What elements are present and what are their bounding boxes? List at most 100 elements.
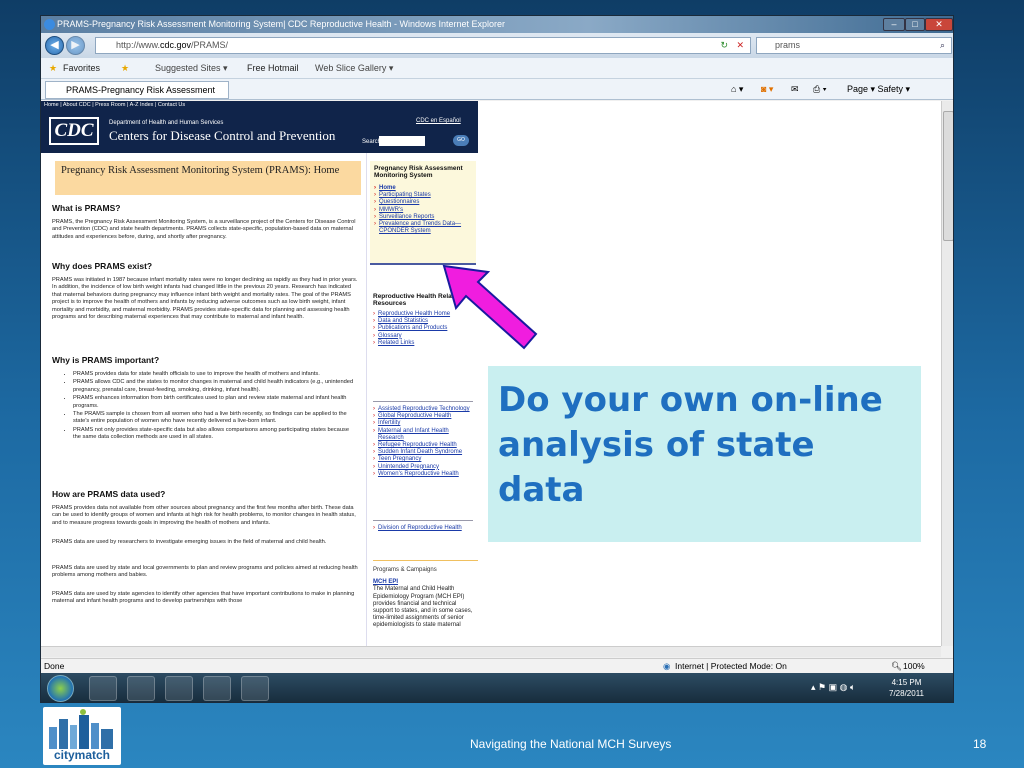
- prams-nav-box: Pregnancy Risk Assessment Monitoring Sys…: [370, 161, 476, 265]
- favorites-button[interactable]: Favorites: [63, 58, 100, 79]
- sidebar-item-questionnaires[interactable]: Questionnaires: [374, 199, 472, 206]
- sidebar-item-mmwrs[interactable]: MMWR's: [374, 207, 472, 214]
- status-text: Done: [44, 661, 65, 671]
- print-icon[interactable]: ⎙ ▾: [813, 79, 826, 100]
- callout-line-1: Do your own on-line: [498, 380, 883, 420]
- tab-prams[interactable]: PRAMS-Pregnancy Risk Assessment M...: [45, 81, 229, 111]
- topic-link[interactable]: Sudden Infant Death Syndrome: [373, 449, 473, 456]
- para-researchers: PRAMS data are used by researchers to in…: [52, 539, 327, 545]
- taskbar: ▴ ⚑ ▣ ◍ 🔈︎ 4:15 PM 7/28/2011: [41, 673, 953, 702]
- cdc-top-links[interactable]: Home | About CDC | Press Room | A-Z Inde…: [44, 102, 185, 108]
- zoom-icon[interactable]: 🔍︎: [891, 659, 902, 674]
- security-zone[interactable]: Internet | Protected Mode: On: [675, 659, 787, 674]
- important-list: PRAMS provides data for state health off…: [61, 371, 357, 443]
- address-bar-row: ◀ ▶ http://www.cdc.gov/PRAMS/ ↻ ✕ prams …: [41, 33, 953, 58]
- programs-title: Programs & Campaigns: [373, 567, 437, 573]
- page-title: Pregnancy Risk Assessment Monitoring Sys…: [55, 161, 361, 195]
- topic-link[interactable]: Refugee Reproductive Health: [373, 442, 473, 449]
- clock[interactable]: 4:15 PM 7/28/2011: [889, 677, 924, 699]
- vertical-scrollbar[interactable]: [941, 101, 953, 646]
- topic-link[interactable]: Infertility: [373, 420, 473, 427]
- ie-icon: [44, 19, 55, 30]
- horizontal-scrollbar[interactable]: [41, 646, 941, 657]
- mch-epi-description: The Maternal and Child Health Epidemiolo…: [373, 586, 473, 629]
- topic-link[interactable]: Assisted Reproductive Technology: [373, 406, 473, 413]
- slide-background: PRAMS-Pregnancy Risk Assessment Monitori…: [0, 0, 1024, 768]
- para-what: PRAMS, the Pregnancy Risk Assessment Mon…: [52, 219, 356, 240]
- close-button[interactable]: ✕: [925, 18, 953, 31]
- free-hotmail-link[interactable]: Free Hotmail: [247, 58, 299, 79]
- explorer-taskbar-icon[interactable]: [127, 676, 155, 701]
- callout-box: Do your own on-line analysis of state da…: [488, 366, 921, 542]
- media-player-taskbar-icon[interactable]: [165, 676, 193, 701]
- add-favorite-icon[interactable]: ★: [121, 58, 129, 79]
- hhs-department: Department of Health and Human Services: [109, 120, 224, 126]
- callout-line-2: analysis of state: [498, 425, 815, 465]
- topic-link[interactable]: Unintended Pregnancy: [373, 464, 473, 471]
- zoom-level[interactable]: 100%: [903, 659, 925, 674]
- sidebar: Pregnancy Risk Assessment Monitoring Sys…: [366, 153, 478, 646]
- suggested-sites-link[interactable]: Suggested Sites ▾: [155, 58, 228, 79]
- page-safety-menus[interactable]: Page ▾ Safety ▾: [847, 79, 910, 100]
- sidebar-item-participating-states[interactable]: Participating States: [374, 192, 472, 199]
- cdc-name: Centers for Disease Control and Preventi…: [109, 128, 336, 143]
- list-item: PRAMS allows CDC and the states to monit…: [73, 379, 357, 394]
- stop-icon[interactable]: ✕: [736, 38, 744, 53]
- favorites-bar: ★ Favorites ★ Suggested Sites ▾ Free Hot…: [41, 58, 953, 79]
- logo-text: citymatch: [53, 748, 111, 762]
- app-taskbar-icon[interactable]: [203, 676, 231, 701]
- cdc-search-input[interactable]: [379, 136, 425, 146]
- start-button[interactable]: [47, 675, 74, 702]
- refresh-icon[interactable]: ↻: [720, 38, 728, 53]
- slide-footer: Navigating the National MCH Surveys: [470, 737, 672, 751]
- web-slice-gallery-link[interactable]: Web Slice Gallery ▾: [315, 58, 393, 79]
- division-link[interactable]: Division of Reproductive Health: [373, 525, 473, 532]
- url-prefix: http://www.: [116, 40, 161, 50]
- feeds-icon[interactable]: ◙ ▾: [761, 79, 773, 100]
- search-field[interactable]: prams ⌕: [756, 37, 952, 54]
- url-field[interactable]: http://www.cdc.gov/PRAMS/ ↻ ✕: [95, 37, 751, 54]
- maximize-button[interactable]: □: [905, 18, 925, 31]
- search-icon[interactable]: ⌕: [940, 38, 945, 53]
- list-item: PRAMS enhances information from birth ce…: [73, 395, 357, 410]
- para-agencies: PRAMS data are used by state agencies to…: [52, 591, 355, 605]
- topic-link[interactable]: Global Reproductive Health: [373, 413, 473, 420]
- prams-nav-title: Pregnancy Risk Assessment Monitoring Sys…: [374, 165, 463, 179]
- ie-taskbar-icon[interactable]: [89, 676, 117, 701]
- home-icon[interactable]: ⌂ ▾: [731, 79, 743, 100]
- search-value: prams: [775, 40, 801, 50]
- sidebar-item-surveillance-reports[interactable]: Surveillance Reports: [374, 214, 472, 221]
- sidebar-item-home[interactable]: Home: [374, 185, 472, 192]
- scrollbar-thumb[interactable]: [943, 111, 953, 241]
- cdc-logo[interactable]: CDC: [49, 117, 99, 145]
- tab-bar: PRAMS-Pregnancy Risk Assessment M... ⌂ ▾…: [41, 79, 953, 111]
- cdc-go-button[interactable]: GO: [453, 135, 469, 146]
- para-governments: PRAMS data are used by state and local g…: [52, 565, 358, 579]
- sidebar-item-cponder[interactable]: Prevalence and Trends Data—CPONDER Syste…: [374, 221, 472, 235]
- clock-time: 4:15 PM: [891, 678, 922, 687]
- skyline-icon: [49, 709, 113, 749]
- espanol-link[interactable]: CDC en Español: [416, 118, 461, 124]
- globe-icon: ◉: [663, 661, 671, 671]
- system-tray[interactable]: ▴ ⚑ ▣ ◍ 🔈︎: [811, 682, 855, 693]
- para-why-exist: PRAMS was initiated in 1987 because infa…: [52, 277, 358, 321]
- topic-links: Assisted Reproductive Technology Global …: [373, 401, 473, 478]
- topic-link[interactable]: Women's Reproductive Health: [373, 471, 473, 478]
- forward-button[interactable]: ▶: [66, 36, 85, 55]
- list-item: The PRAMS sample is chosen from all wome…: [73, 411, 357, 426]
- mail-icon[interactable]: ✉: [791, 79, 799, 100]
- mch-epi-link[interactable]: MCH EPI: [373, 579, 478, 586]
- heading-why-exist: Why does PRAMS exist?: [52, 261, 153, 271]
- division-links: Division of Reproductive Health: [373, 520, 473, 532]
- favorites-star-icon: ★: [49, 63, 58, 73]
- minimize-button[interactable]: –: [883, 18, 905, 31]
- topic-link[interactable]: Teen Pregnancy: [373, 456, 473, 463]
- para-how-used: PRAMS provides data not available from o…: [52, 505, 356, 526]
- powerpoint-taskbar-icon[interactable]: [241, 676, 269, 701]
- heading-what: What is PRAMS?: [52, 203, 121, 213]
- back-button[interactable]: ◀: [45, 36, 64, 55]
- cdc-header: Home | About CDC | Press Room | A-Z Inde…: [41, 101, 478, 153]
- callout-line-3: data: [498, 470, 585, 510]
- programs-campaigns: Programs & Campaigns MCH EPI The Materna…: [373, 560, 478, 630]
- topic-link[interactable]: Maternal and Infant Health Research: [373, 428, 473, 442]
